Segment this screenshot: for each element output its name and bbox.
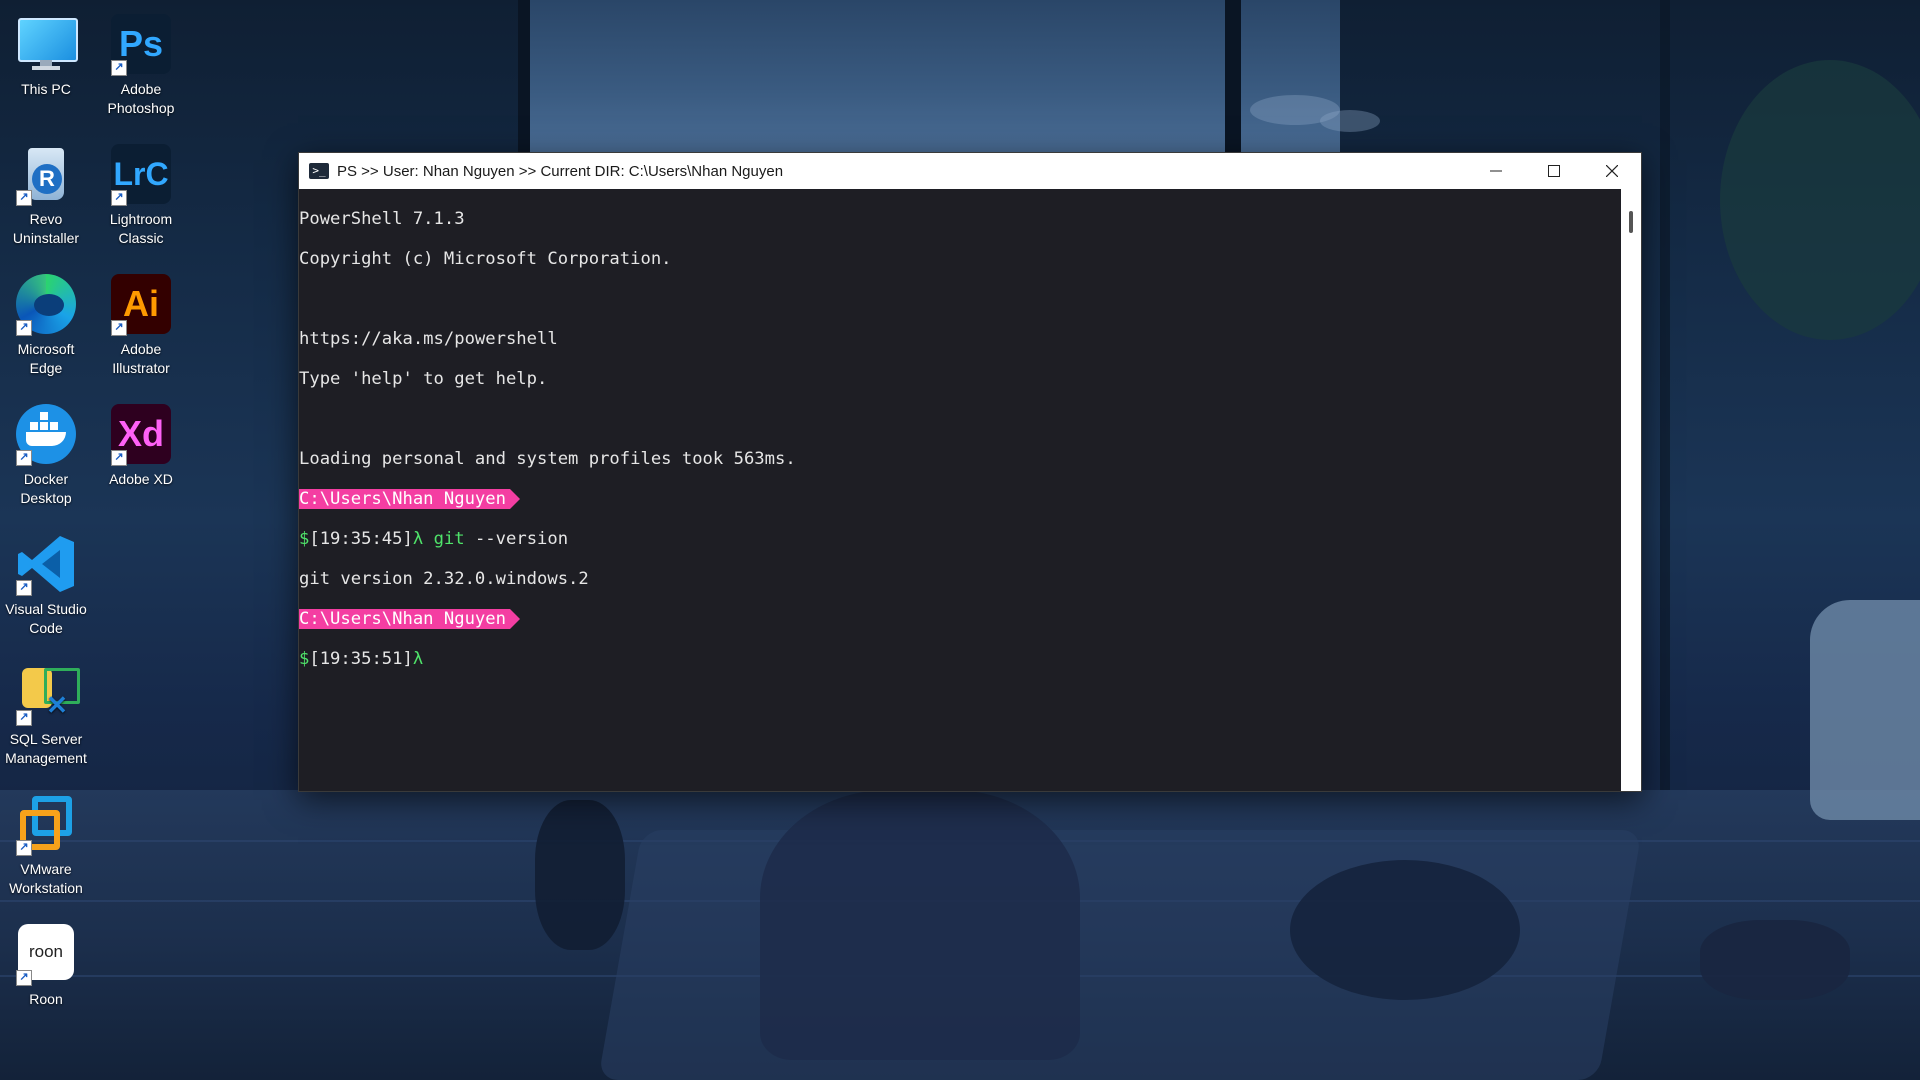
desktop-icon-microsoft-edge[interactable]: ↗ Microsoft Edge [2,264,90,378]
icon-label: Lightroom Classic [109,211,173,246]
shortcut-arrow-icon: ↗ [16,970,32,986]
wallpaper-cat [535,800,625,950]
maximize-icon [1548,165,1560,177]
shortcut-arrow-icon: ↗ [16,840,32,856]
docker-icon: ↗ [14,402,78,466]
shortcut-arrow-icon: ↗ [111,320,127,336]
lightroom-icon: LrC ↗ [109,142,173,206]
desktop-icon-sql-server-management[interactable]: ✕ ↗ SQL Server Management [2,654,90,768]
shortcut-arrow-icon: ↗ [16,320,32,336]
shortcut-arrow-icon: ↗ [111,190,127,206]
shortcut-arrow-icon: ↗ [16,580,32,596]
vmware-icon: ↗ [14,792,78,856]
shortcut-arrow-icon: ↗ [16,190,32,206]
desktop-icon-docker-desktop[interactable]: ↗ Docker Desktop [2,394,90,508]
shortcut-arrow-icon: ↗ [111,60,127,76]
console-line: Loading personal and system profiles too… [299,449,796,469]
icon-label: Revo Uninstaller [12,211,80,246]
prompt-command-line: $[19:35:45]λ git --version [299,529,1619,549]
desktop-icon-vmware-workstation[interactable]: ↗ VMware Workstation [2,784,90,898]
icon-label: Visual Studio Code [5,601,87,636]
photoshop-icon: Ps ↗ [109,12,173,76]
prompt-dollar: $ [299,529,310,549]
prompt-path-segment: C:\Users\Nhan Nguyen [299,489,520,509]
minimize-icon [1490,170,1502,172]
sql-server-icon: ✕ ↗ [14,662,80,726]
wallpaper-cloud [1320,110,1380,132]
prompt-path-line: C:\Users\Nhan Nguyen [299,609,1619,629]
vertical-scrollbar[interactable] [1621,189,1641,791]
desktop: This PC R ↗ Revo Uninstaller ↗ Microsoft… [0,0,1920,1080]
desktop-icon-lightroom-classic[interactable]: LrC ↗ Lightroom Classic [97,134,185,248]
powershell-icon: >_ [309,163,329,179]
revo-uninstaller-icon: R ↗ [14,142,78,206]
window-title: PS >> User: Nhan Nguyen >> Current DIR: … [337,162,784,180]
prompt-time: [19:35:51] [309,649,413,669]
console-line: Type 'help' to get help. [299,369,548,389]
wallpaper-cat [1290,860,1520,1000]
wallpaper-window-sky [520,0,1340,160]
prompt-lambda: λ [412,649,424,669]
command-name: git [433,529,465,549]
console-line: PowerShell 7.1.3 [299,209,465,229]
icon-label: Microsoft Edge [17,341,75,376]
wallpaper-window-frame [1660,0,1670,790]
maximize-button[interactable] [1525,153,1583,189]
illustrator-icon: Ai ↗ [109,272,173,336]
wallpaper-plant [1720,60,1920,340]
icon-label: SQL Server Management [5,731,87,766]
icon-label: Adobe XD [109,471,173,487]
shortcut-arrow-icon: ↗ [111,450,127,466]
prompt-path-segment: C:\Users\Nhan Nguyen [299,609,520,629]
icon-label: Adobe Photoshop [107,81,175,116]
adobe-xd-icon: Xd ↗ [109,402,173,466]
minimize-button[interactable] [1467,153,1525,189]
console-output[interactable]: PowerShell 7.1.3 Copyright (c) Microsoft… [299,189,1619,791]
shortcut-arrow-icon: ↗ [16,450,32,466]
desktop-icon-revo-uninstaller[interactable]: R ↗ Revo Uninstaller [2,134,90,248]
icon-label: Docker Desktop [20,471,72,506]
wallpaper-dumbbell [1700,920,1850,1000]
vscode-icon: ↗ [14,532,78,596]
icon-label: This PC [21,81,71,97]
wallpaper-window-frame [1225,0,1241,160]
prompt-command-line: $[19:35:51]λ [299,649,1619,669]
prompt-path-line: C:\Users\Nhan Nguyen [299,489,1619,509]
prompt-time: [19:35:45] [309,529,413,549]
prompt-dollar: $ [299,649,310,669]
desktop-icon-this-pc[interactable]: This PC [2,4,90,99]
desktop-icon-roon[interactable]: roon ↗ Roon [2,914,90,1009]
wallpaper-girl-figure [760,790,1080,1060]
close-button[interactable] [1583,153,1641,189]
icon-label: Roon [29,991,63,1007]
console-line: https://aka.ms/powershell [299,329,558,349]
desktop-icon-adobe-photoshop[interactable]: Ps ↗ Adobe Photoshop [97,4,185,118]
icon-label: Adobe Illustrator [112,341,170,376]
prompt-lambda: λ [412,529,424,549]
desktop-icon-visual-studio-code[interactable]: ↗ Visual Studio Code [2,524,90,638]
close-icon [1606,165,1618,177]
edge-icon: ↗ [14,272,78,336]
monitor-icon [14,12,78,76]
command-args: --version [464,529,569,549]
console-line: git version 2.32.0.windows.2 [299,569,589,589]
icon-label: VMware Workstation [9,861,83,896]
desktop-icon-adobe-xd[interactable]: Xd ↗ Adobe XD [97,394,185,489]
desktop-icon-adobe-illustrator[interactable]: Ai ↗ Adobe Illustrator [97,264,185,378]
wallpaper-plant-pot [1810,600,1920,820]
console-line: Copyright (c) Microsoft Corporation. [299,249,672,269]
powershell-window[interactable]: >_ PS >> User: Nhan Nguyen >> Current DI… [298,152,1642,792]
scrollbar-thumb[interactable] [1629,211,1633,233]
window-titlebar[interactable]: >_ PS >> User: Nhan Nguyen >> Current DI… [299,153,1641,189]
shortcut-arrow-icon: ↗ [16,710,32,726]
roon-icon: roon ↗ [14,922,78,986]
